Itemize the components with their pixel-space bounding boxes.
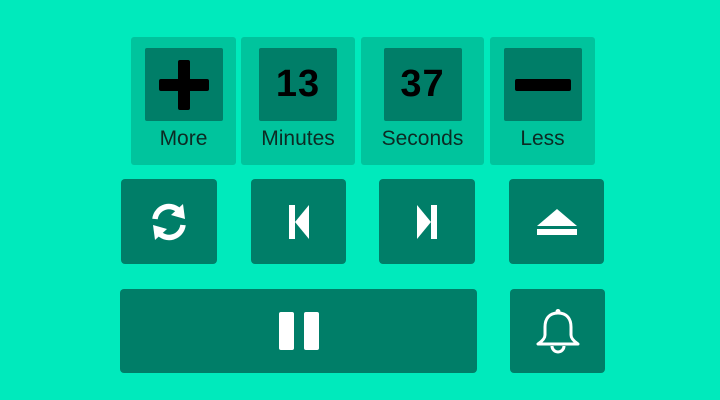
refresh-icon: [152, 203, 186, 240]
less-tile[interactable]: Less: [490, 37, 595, 165]
more-button[interactable]: [144, 48, 223, 121]
skip-previous-icon: [288, 204, 309, 239]
pause-icon: [278, 312, 319, 350]
seconds-value: 37: [400, 63, 445, 105]
minus-icon: [514, 78, 571, 91]
seconds-label: Seconds: [381, 127, 464, 150]
seconds-tile: 37 Seconds: [361, 37, 484, 165]
repeat-button[interactable]: [121, 179, 217, 264]
timer-app: More 13 Minutes 37 Seconds Less: [0, 0, 720, 400]
seconds-display: 37: [383, 48, 462, 121]
more-label: More: [159, 127, 208, 150]
minutes-value: 13: [275, 63, 321, 105]
minutes-tile: 13 Minutes: [241, 37, 355, 165]
next-button[interactable]: [379, 179, 475, 264]
eject-icon: [536, 208, 577, 235]
less-label: Less: [520, 127, 565, 150]
pause-button[interactable]: [120, 289, 477, 373]
more-tile[interactable]: More: [131, 37, 236, 165]
bell-icon: [536, 309, 579, 354]
skip-next-icon: [417, 204, 437, 239]
minutes-label: Minutes: [261, 127, 335, 150]
previous-button[interactable]: [251, 179, 346, 264]
alarm-button[interactable]: [510, 289, 605, 373]
eject-button[interactable]: [509, 179, 604, 264]
minutes-display: 13: [259, 48, 337, 121]
plus-icon: [158, 59, 209, 110]
less-button[interactable]: [503, 48, 582, 121]
